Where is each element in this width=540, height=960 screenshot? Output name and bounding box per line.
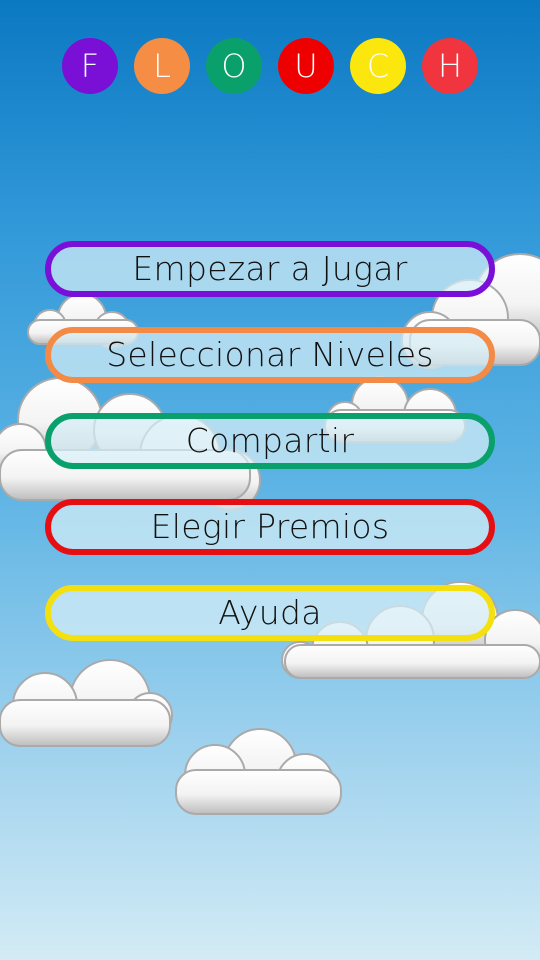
select-levels-button[interactable]: Seleccionar Niveles bbox=[45, 327, 495, 383]
share-label: Compartir bbox=[185, 421, 355, 460]
logo-letter-f: F bbox=[62, 38, 118, 94]
choose-prizes-button[interactable]: Elegir Premios bbox=[45, 499, 495, 555]
cloud-bottom-center bbox=[175, 728, 342, 815]
select-levels-label: Seleccionar Niveles bbox=[106, 335, 434, 374]
logo-letter-o: O bbox=[206, 38, 262, 94]
logo-letter-c: C bbox=[350, 38, 406, 94]
flouch-logo: F L O U C H bbox=[62, 38, 478, 94]
choose-prizes-label: Elegir Premios bbox=[150, 507, 390, 546]
share-button[interactable]: Compartir bbox=[45, 413, 495, 469]
main-menu-screen: F L O U C H Empezar a Jugar Seleccionar … bbox=[0, 0, 540, 960]
start-game-button[interactable]: Empezar a Jugar bbox=[45, 241, 495, 297]
help-button[interactable]: Ayuda bbox=[45, 585, 495, 641]
logo-letter-h: H bbox=[422, 38, 478, 94]
start-game-label: Empezar a Jugar bbox=[132, 249, 408, 288]
logo-letter-l: L bbox=[134, 38, 190, 94]
help-label: Ayuda bbox=[218, 593, 322, 632]
logo-letter-u: U bbox=[278, 38, 334, 94]
cloud-background bbox=[0, 253, 540, 815]
cloud-left-bottom bbox=[0, 659, 173, 747]
